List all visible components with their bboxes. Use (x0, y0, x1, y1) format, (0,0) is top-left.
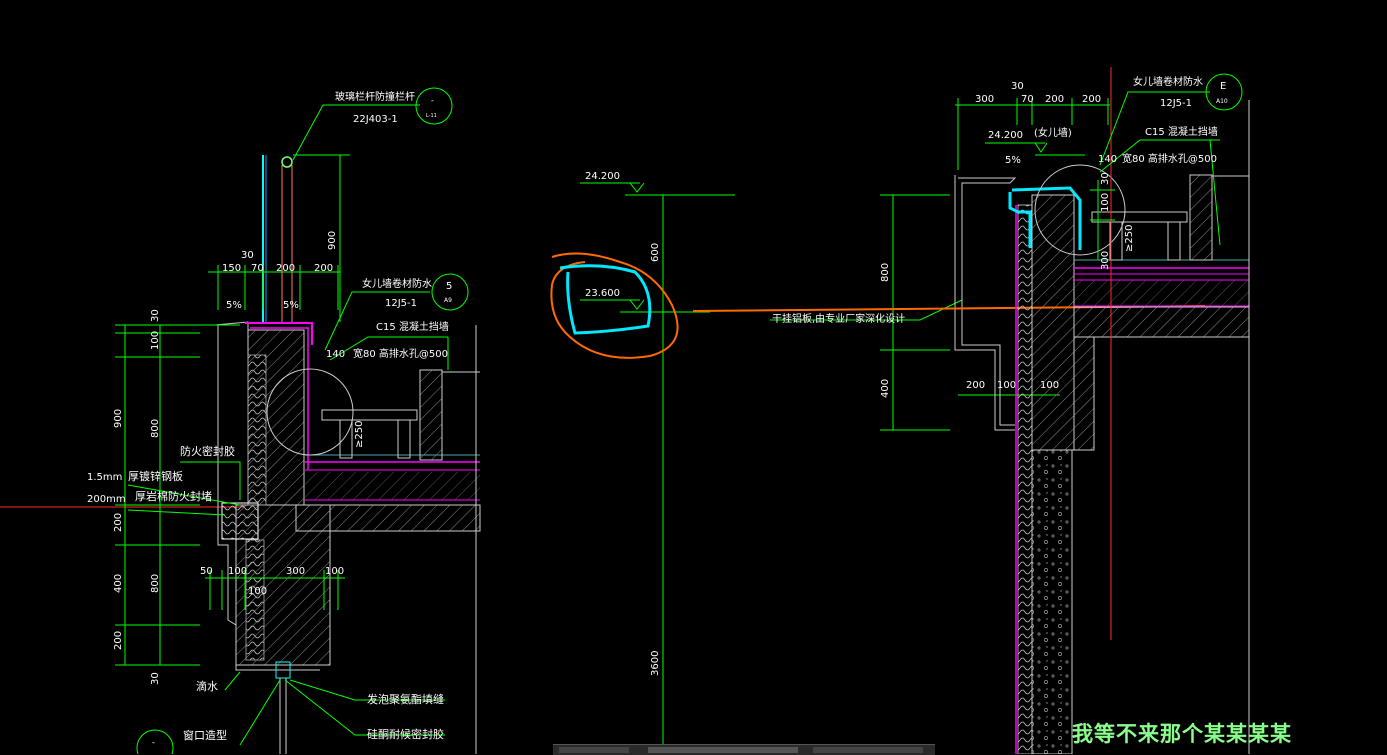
left-detail (0, 87, 481, 754)
silicone-label: 硅酮耐候密封胶 (367, 727, 444, 741)
dim-v-100: 100 (150, 331, 161, 350)
r-parapet-ref: 12J5-1 (1160, 98, 1192, 109)
dim-200: 200 (966, 380, 985, 391)
r-dim-200b: 200 (1082, 94, 1101, 105)
panel-label: 干挂铝板,由专业厂家深化设计 (772, 312, 905, 325)
r-slope: 5% (1005, 155, 1021, 166)
dim-v-800b: 800 (150, 574, 161, 593)
label-15mm: 1.5mm (87, 472, 122, 483)
dim-v-400: 400 (113, 574, 124, 593)
r-dim-200a: 200 (1045, 94, 1064, 105)
r-dim-300: 300 (975, 94, 994, 105)
dim-200a: 200 (276, 263, 295, 274)
label-200mm: 200mm (87, 494, 126, 505)
railing-tag-sub: L-11 (426, 113, 437, 119)
rockwool-label: 厚岩棉防火封堵 (135, 489, 212, 503)
r-dim-30v: 30 (1100, 172, 1111, 185)
cad-drawing-canvas: 玻璃栏杆防撞栏杆 22J403-1 - L-11 女儿墙卷材防水 12J5-1 … (0, 67, 1250, 754)
command-bar-segment[interactable] (559, 747, 629, 753)
watermark-text: 我等不来那个某某某某 (1072, 722, 1292, 746)
dim-100a: 100 (997, 380, 1016, 391)
dim-50: 50 (200, 566, 213, 577)
dim-250: ≥250 (354, 421, 365, 448)
firestop-label: 防火密封胶 (180, 444, 235, 458)
slope-a: 5% (226, 300, 242, 311)
parapet-tag-sub: A9 (444, 297, 452, 304)
dim-200b: 200 (314, 263, 333, 274)
dim-v-900: 900 (113, 409, 124, 428)
dim-v-200a: 200 (113, 513, 124, 532)
command-input[interactable] (648, 747, 798, 753)
r-elev: 24.200 (988, 130, 1023, 141)
command-bar[interactable] (553, 744, 935, 755)
dim-400: 400 (880, 379, 891, 398)
r-dim-70: 70 (1021, 94, 1034, 105)
dim-100a: 100 (228, 566, 247, 577)
railing-callout-ref: 22J403-1 (353, 114, 398, 125)
dim-900-top: 900 (327, 231, 338, 250)
dim-v-30b: 30 (150, 672, 161, 685)
parapet-callout-ref: 12J5-1 (385, 298, 417, 309)
dim-v-30: 30 (150, 309, 161, 322)
right-detail (955, 67, 1250, 754)
middle-labels: 24.200 23.600 600 3600 800 400 200 100 1… (585, 171, 1059, 676)
dim-800: 800 (880, 263, 891, 282)
r-dim-250: ≥250 (1124, 225, 1135, 252)
r-dim-100v: 100 (1100, 193, 1111, 212)
drip-label: 滴水 (196, 679, 218, 693)
dim-100b: 100 (325, 566, 344, 577)
r-parapet-label: (女儿墙) (1034, 126, 1072, 139)
r-dim-300v: 300 (1100, 251, 1111, 270)
dim-v-800a: 800 (150, 419, 161, 438)
bottom-tag: - (152, 738, 155, 747)
window-label: 窗口造型 (183, 728, 227, 742)
c15-callout: C15 混凝土挡墙 (376, 320, 449, 333)
slope-b: 5% (283, 300, 299, 311)
dim-100c: 100 (248, 586, 267, 597)
command-bar-segment[interactable] (813, 747, 923, 753)
r-parapet-tag: E (1220, 81, 1226, 92)
r-dim-140: 140 (1098, 154, 1117, 165)
r-parapet-callout: 女儿墙卷材防水 (1133, 75, 1203, 88)
dim-600: 600 (650, 243, 661, 262)
parapet-callout: 女儿墙卷材防水 (362, 277, 432, 290)
r-parapet-tag-sub: A10 (1216, 98, 1228, 105)
railing-callout: 玻璃栏杆防撞栏杆 (335, 90, 415, 103)
drain-callout: 宽80 高排水孔@500 (353, 347, 448, 360)
railing-tag: - (431, 96, 434, 105)
parapet-tag: 5 (446, 281, 452, 292)
dim-30: 30 (241, 250, 254, 261)
r-drain-callout: 宽80 高排水孔@500 (1122, 152, 1217, 165)
elev-mid: 23.600 (585, 288, 620, 299)
dim-300: 300 (286, 566, 305, 577)
dim-140: 140 (326, 349, 345, 360)
elev-top: 24.200 (585, 171, 620, 182)
dim-150: 150 (222, 263, 241, 274)
r-dim-30: 30 (1011, 81, 1024, 92)
dim-v-200b: 200 (113, 631, 124, 650)
dim-70: 70 (251, 263, 264, 274)
r-c15-callout: C15 混凝土挡墙 (1145, 125, 1218, 138)
steel-label: 厚镀锌钢板 (128, 469, 183, 483)
foam-label: 发泡聚氨酯填缝 (367, 692, 444, 706)
dim-3600: 3600 (650, 651, 661, 676)
